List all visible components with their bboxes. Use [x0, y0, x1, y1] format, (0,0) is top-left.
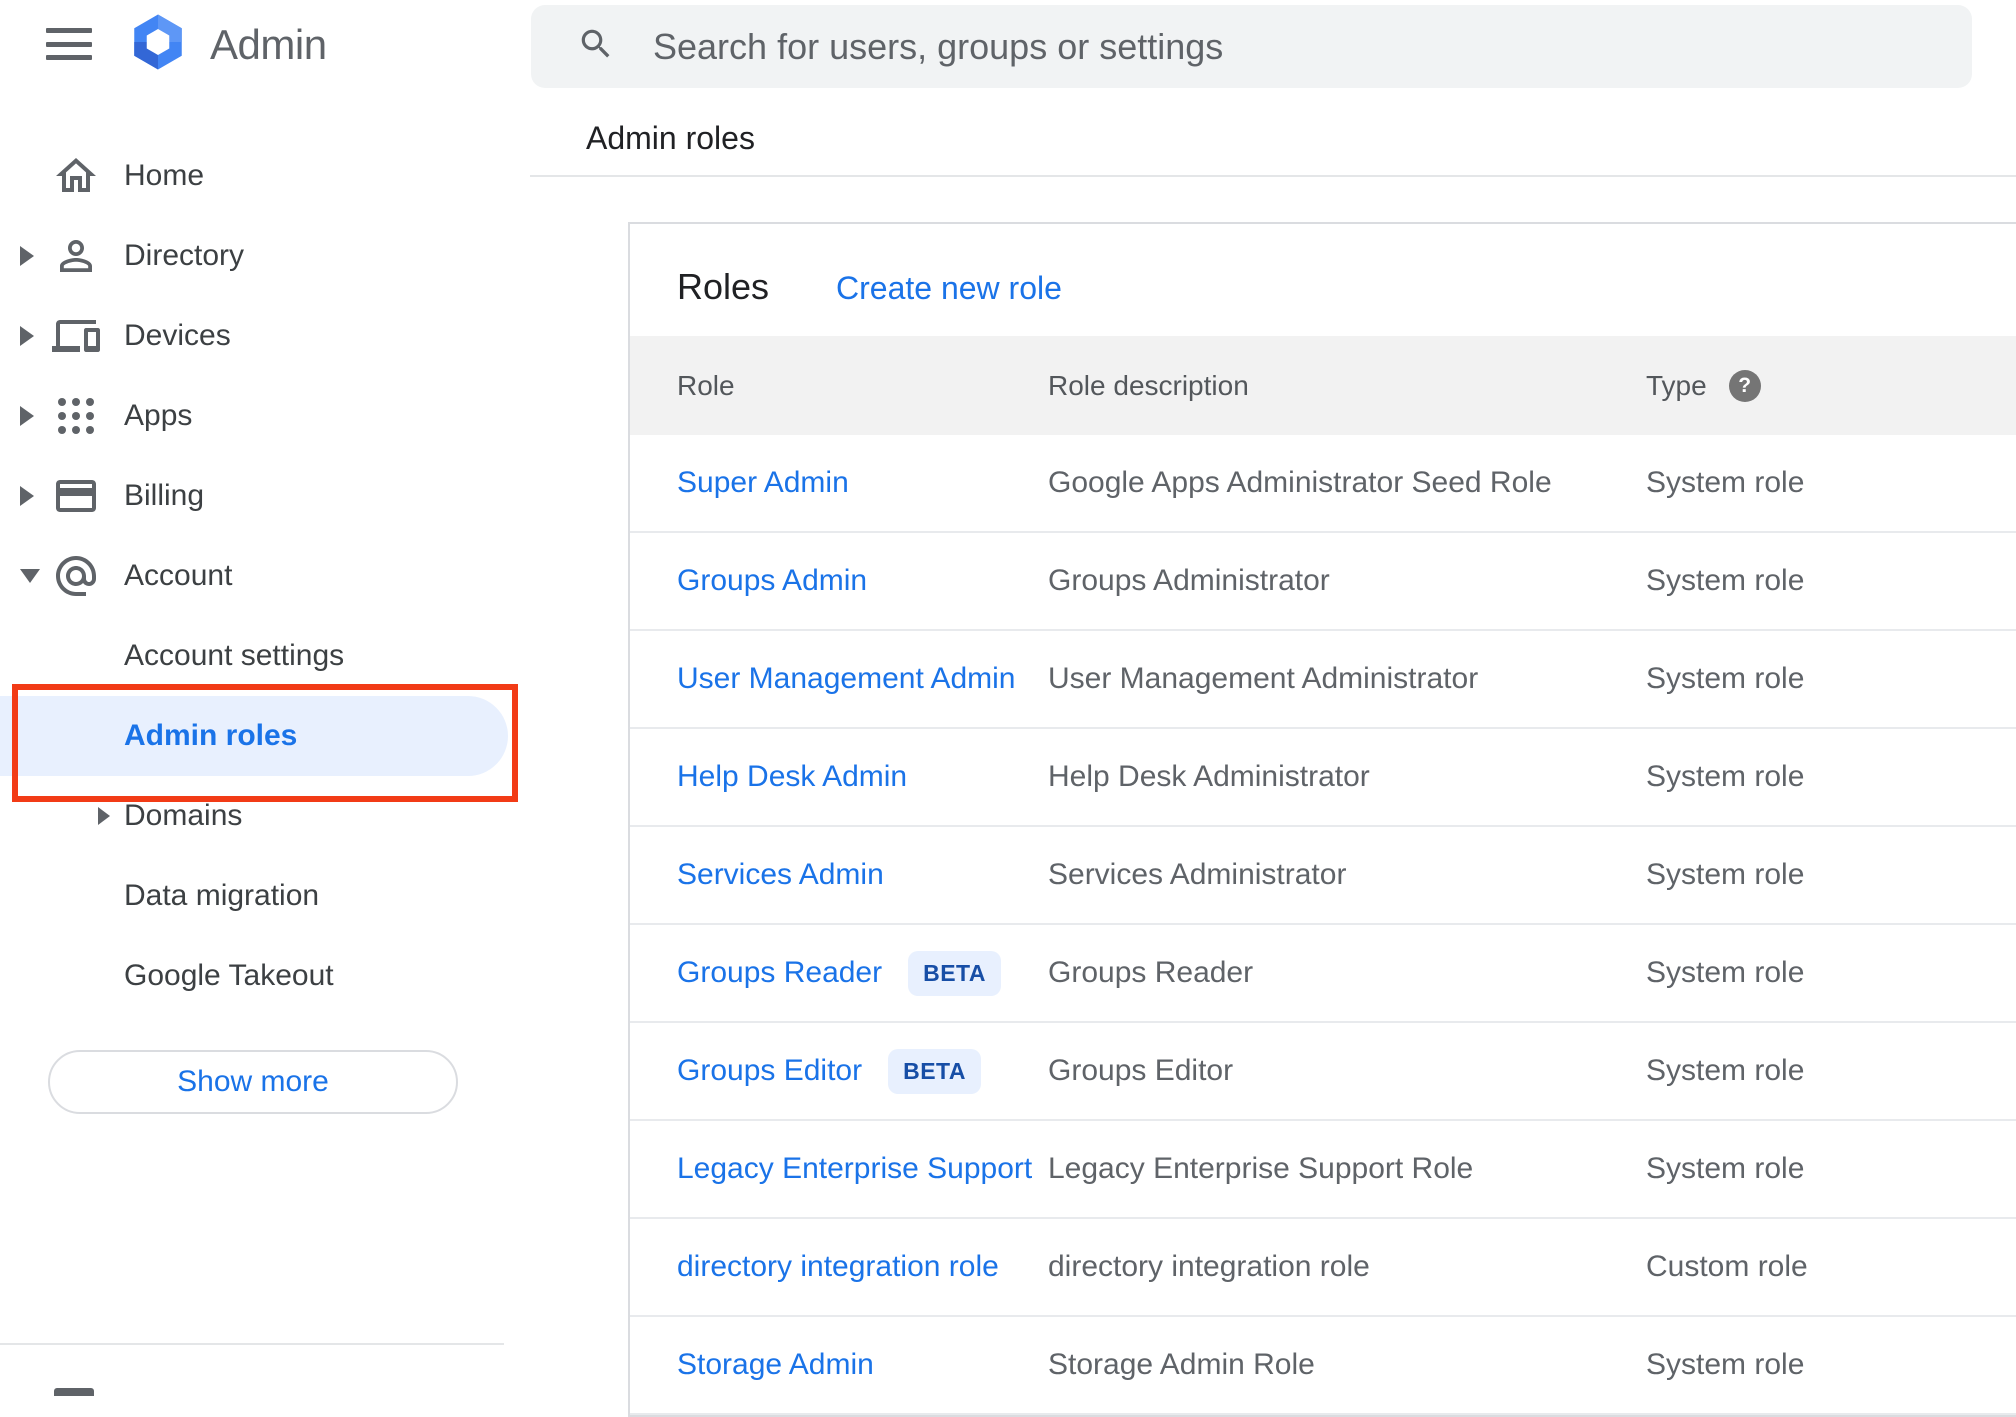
sidebar-item-label: Google Takeout	[124, 959, 334, 992]
expand-right-icon[interactable]	[20, 486, 34, 506]
sidebar-item-account-settings[interactable]: Account settings	[0, 616, 530, 696]
sidebar-divider	[0, 1343, 504, 1345]
search-icon	[577, 25, 615, 68]
role-link[interactable]: Super Admin	[677, 466, 849, 500]
table-row: Storage Admin Storage Admin Role System …	[630, 1317, 2016, 1415]
column-header-type: Type ?	[1646, 369, 2016, 402]
sidebar-item-label: Directory	[124, 239, 245, 272]
role-description: Groups Reader	[1048, 956, 1254, 989]
table-row: User Management Admin User Management Ad…	[630, 631, 2016, 729]
role-description: User Management Administrator	[1048, 662, 1479, 695]
sidebar-item-billing[interactable]: Billing	[0, 456, 530, 536]
table-row: Help Desk Admin Help Desk Administrator …	[630, 729, 2016, 827]
help-icon[interactable]: ?	[1728, 369, 1761, 402]
role-description: Groups Editor	[1048, 1054, 1234, 1087]
sidebar-item-label: Account settings	[124, 639, 345, 672]
sidebar: Admin Home Directory Devices Apps Billin…	[0, 0, 530, 1396]
menu-icon[interactable]	[46, 28, 92, 60]
search-input[interactable]	[653, 25, 1853, 68]
role-link[interactable]: User Management Admin	[677, 662, 1016, 696]
table-row: Groups Admin Groups Administrator System…	[630, 533, 2016, 631]
sidebar-item-google-takeout[interactable]: Google Takeout	[0, 936, 530, 1016]
sidebar-item-label: Domains	[124, 799, 243, 832]
home-icon	[52, 152, 100, 200]
breadcrumb: Admin roles	[586, 120, 755, 156]
role-link[interactable]: Services Admin	[677, 858, 884, 892]
role-description: Help Desk Administrator	[1048, 760, 1370, 793]
role-description: Legacy Enterprise Support Role	[1048, 1152, 1474, 1185]
expand-right-icon[interactable]	[20, 246, 34, 266]
person-icon	[52, 232, 100, 280]
beta-badge: BETA	[908, 950, 1002, 996]
role-type: System role	[1646, 760, 1805, 793]
sidebar-item-label: Admin roles	[124, 719, 298, 752]
role-description: Google Apps Administrator Seed Role	[1048, 466, 1552, 499]
roles-card-header: Roles Create new role	[630, 224, 2016, 336]
admin-hexagon-icon	[126, 12, 190, 77]
role-type: Custom role	[1646, 1250, 1808, 1283]
role-link[interactable]: Groups Reader	[677, 956, 882, 990]
devices-icon	[52, 312, 100, 360]
sidebar-item-label: Account	[124, 559, 233, 592]
role-type: System role	[1646, 956, 1805, 989]
table-row: Legacy Enterprise Support Legacy Enterpr…	[630, 1121, 2016, 1219]
role-link[interactable]: Storage Admin	[677, 1348, 874, 1382]
sidebar-item-label: Apps	[124, 399, 193, 432]
sidebar-item-label: Billing	[124, 479, 205, 512]
column-header-role-description: Role description	[1048, 369, 1249, 401]
sidebar-item-directory[interactable]: Directory	[0, 216, 530, 296]
page-title: Roles	[677, 266, 770, 307]
sidebar-item-domains[interactable]: Domains	[0, 776, 530, 856]
table-row: Groups Editor BETA Groups Editor System …	[630, 1023, 2016, 1121]
product-name: Admin	[210, 20, 327, 68]
partial-bottom-icon	[54, 1388, 94, 1396]
expand-right-icon[interactable]	[20, 406, 34, 426]
role-type: System role	[1646, 1152, 1805, 1185]
role-description: Services Administrator	[1048, 858, 1347, 891]
role-link[interactable]: directory integration role	[677, 1250, 999, 1284]
roles-card: Roles Create new role Role Role descript…	[628, 222, 2016, 1417]
column-header-role: Role	[677, 369, 735, 401]
sidebar-item-devices[interactable]: Devices	[0, 296, 530, 376]
table-row: Super Admin Google Apps Administrator Se…	[630, 435, 2016, 533]
role-type: System role	[1646, 1348, 1805, 1381]
table-row: Groups Reader BETA Groups Reader System …	[630, 925, 2016, 1023]
role-description: directory integration role	[1048, 1250, 1370, 1283]
sidebar-item-label: Devices	[124, 319, 231, 352]
table-row: directory integration role directory int…	[630, 1219, 2016, 1317]
collapse-down-icon[interactable]	[20, 569, 40, 583]
role-type: System role	[1646, 466, 1805, 499]
at-sign-icon	[52, 552, 100, 600]
role-type: System role	[1646, 1054, 1805, 1087]
credit-card-icon	[52, 472, 100, 520]
expand-right-icon[interactable]	[98, 807, 110, 825]
table-row: Services Admin Services Administrator Sy…	[630, 827, 2016, 925]
sidebar-item-apps[interactable]: Apps	[0, 376, 530, 456]
sidebar-nav: Home Directory Devices Apps Billing Acco…	[0, 136, 530, 1016]
role-description: Storage Admin Role	[1048, 1348, 1315, 1381]
apps-grid-icon	[52, 392, 100, 440]
role-description: Groups Administrator	[1048, 564, 1330, 597]
role-link[interactable]: Groups Editor	[677, 1054, 862, 1088]
sidebar-item-data-migration[interactable]: Data migration	[0, 856, 530, 936]
expand-right-icon[interactable]	[20, 326, 34, 346]
header-divider	[530, 175, 2016, 177]
admin-logo[interactable]: Admin	[126, 12, 327, 77]
sidebar-item-home[interactable]: Home	[0, 136, 530, 216]
role-type: System role	[1646, 858, 1805, 891]
role-type: System role	[1646, 564, 1805, 597]
sidebar-item-admin-roles[interactable]: Admin roles	[0, 696, 508, 776]
create-new-role-link[interactable]: Create new role	[836, 270, 1062, 307]
sidebar-item-label: Home	[124, 159, 205, 192]
role-type: System role	[1646, 662, 1805, 695]
beta-badge: BETA	[888, 1048, 981, 1094]
search-bar[interactable]	[531, 5, 1972, 88]
role-link[interactable]: Help Desk Admin	[677, 760, 907, 794]
show-more-button[interactable]: Show more	[48, 1050, 458, 1114]
role-link[interactable]: Legacy Enterprise Support	[677, 1152, 1032, 1186]
table-header-row: Role Role description Type ?	[630, 336, 2016, 435]
role-link[interactable]: Groups Admin	[677, 564, 867, 598]
sidebar-item-label: Data migration	[124, 879, 320, 912]
sidebar-item-account[interactable]: Account	[0, 536, 530, 616]
